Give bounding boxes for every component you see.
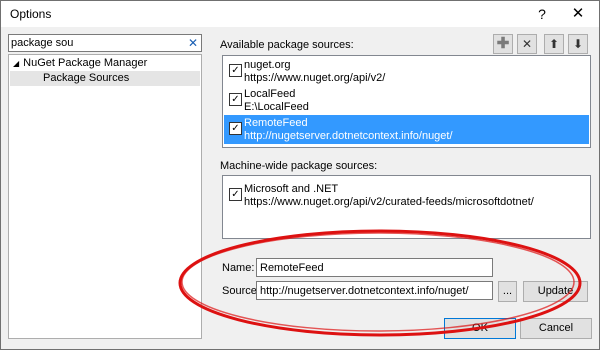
options-search-input[interactable] xyxy=(11,36,181,50)
source-name: LocalFeed xyxy=(244,88,296,100)
name-label: Name: xyxy=(222,262,255,274)
move-up-button[interactable]: ⬆ xyxy=(544,34,564,54)
source-url: http://nugetserver.dotnetcontext.info/nu… xyxy=(244,130,453,142)
machine-wide-sources-label: Machine-wide package sources: xyxy=(220,160,378,172)
update-button[interactable]: Update xyxy=(523,281,588,302)
tree-item-package-sources[interactable]: Package Sources xyxy=(10,71,200,86)
source-checkbox[interactable]: ✓ xyxy=(229,122,242,135)
source-checkbox[interactable]: ✓ xyxy=(229,64,242,77)
source-url: E:\LocalFeed xyxy=(244,101,309,113)
source-field[interactable] xyxy=(256,281,493,300)
available-sources-label: Available package sources: xyxy=(220,39,354,51)
window-title: Options xyxy=(10,7,52,21)
tree-item-label: Package Sources xyxy=(43,72,130,84)
remove-source-button[interactable]: ✕ xyxy=(517,34,537,54)
source-item-nuget-org[interactable]: ✓ nuget.org https://www.nuget.org/api/v2… xyxy=(224,57,589,86)
title-bar: Options ? ✕ xyxy=(1,1,599,27)
tree-item-label: NuGet Package Manager xyxy=(23,57,148,69)
machine-wide-sources-list: ✓ Microsoft and .NET https://www.nuget.o… xyxy=(222,175,591,239)
move-down-button[interactable]: ⬇ xyxy=(568,34,588,54)
plus-icon: ✚ xyxy=(496,35,510,52)
source-item-remotefeed[interactable]: ✓ RemoteFeed http://nugetserver.dotnetco… xyxy=(224,115,589,144)
close-button[interactable]: ✕ xyxy=(561,1,595,27)
source-checkbox[interactable]: ✓ xyxy=(229,188,242,201)
browse-button[interactable]: ... xyxy=(498,281,517,302)
help-button[interactable]: ? xyxy=(525,1,559,27)
arrow-up-icon: ⬆ xyxy=(548,37,560,51)
add-source-button[interactable]: ✚ xyxy=(493,34,513,54)
ok-button[interactable]: OK xyxy=(444,318,516,339)
name-field[interactable] xyxy=(256,258,493,277)
clear-search-icon[interactable]: ✕ xyxy=(188,35,198,51)
source-url: https://www.nuget.org/api/v2/ xyxy=(244,72,386,84)
source-name: nuget.org xyxy=(244,59,291,71)
expand-arrow-icon[interactable]: ◢ xyxy=(13,56,19,71)
source-url: https://www.nuget.org/api/v2/curated-fee… xyxy=(244,196,534,208)
source-label: Source: xyxy=(222,285,260,297)
source-name: RemoteFeed xyxy=(244,117,308,129)
options-search-box: ✕ xyxy=(8,34,202,52)
x-icon: ✕ xyxy=(521,37,533,51)
source-item-localfeed[interactable]: ✓ LocalFeed E:\LocalFeed xyxy=(224,86,589,115)
cancel-button[interactable]: Cancel xyxy=(520,318,592,339)
source-item-microsoft-dotnet[interactable]: ✓ Microsoft and .NET https://www.nuget.o… xyxy=(224,181,589,210)
options-dialog: Options ? ✕ ✕ ◢ NuGet Package Manager Pac… xyxy=(0,0,600,350)
arrow-down-icon: ⬇ xyxy=(572,37,584,51)
tree-item-nuget-package-manager[interactable]: ◢ NuGet Package Manager xyxy=(13,56,147,71)
source-name: Microsoft and .NET xyxy=(244,183,339,195)
available-sources-list: ✓ nuget.org https://www.nuget.org/api/v2… xyxy=(222,55,591,148)
source-checkbox[interactable]: ✓ xyxy=(229,93,242,106)
options-tree: ◢ NuGet Package Manager Package Sources xyxy=(8,54,202,339)
